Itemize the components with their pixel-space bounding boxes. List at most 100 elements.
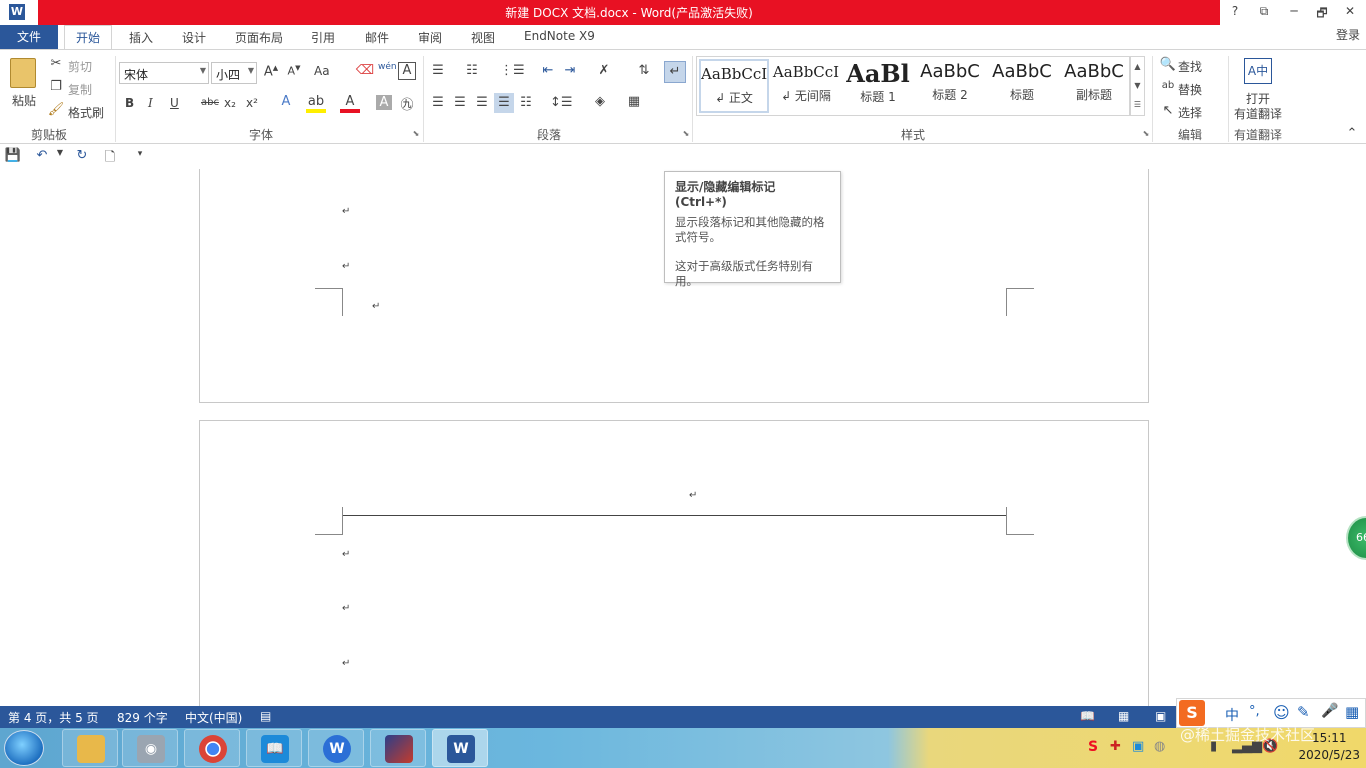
justify-icon[interactable]: ☰ [494, 93, 514, 113]
italic-button[interactable]: I [148, 96, 153, 110]
character-border-icon[interactable]: A [398, 62, 416, 80]
language-indicator[interactable]: 中文(中国) [185, 709, 242, 726]
macro-record-icon[interactable]: ▤ [260, 709, 271, 723]
minimize-button[interactable]: ─ [1281, 4, 1307, 18]
increase-indent-icon[interactable]: ⇥ [560, 63, 580, 78]
ime-punctuation[interactable]: °, [1249, 704, 1260, 719]
handwriting-icon[interactable]: ✎ [1297, 703, 1310, 721]
word-app-icon[interactable]: W [8, 3, 26, 21]
start-button[interactable] [4, 730, 44, 766]
sogou-logo[interactable]: S [1179, 700, 1205, 726]
sort-icon[interactable]: ⇅ [634, 63, 654, 78]
cut-button[interactable]: 剪切 [68, 58, 92, 75]
page-count[interactable]: 第 4 页，共 5 页 [8, 709, 99, 726]
format-painter-button[interactable]: 格式刷 [68, 104, 104, 121]
close-button[interactable]: ✕ [1337, 4, 1363, 18]
line-spacing-icon[interactable]: ↕☰ [550, 95, 573, 110]
clear-formatting-icon[interactable]: ⌫ [355, 63, 375, 78]
subscript-button[interactable]: x₂ [224, 96, 236, 110]
distributed-icon[interactable]: ☷ [516, 95, 536, 110]
dialog-launcher-icon[interactable]: ⬊ [1136, 129, 1156, 138]
shading-icon[interactable]: ◈ [590, 94, 610, 109]
tab-insert[interactable]: 插入 [129, 29, 153, 46]
tray-book-icon[interactable]: ▣ [1132, 739, 1144, 754]
tab-endnote[interactable]: EndNote X9 [524, 29, 595, 43]
tab-file[interactable]: 文件 [0, 25, 58, 50]
chevron-up-icon[interactable]: ▲ [1131, 57, 1144, 76]
translate-icon[interactable]: A中 [1244, 58, 1272, 84]
show-hide-marks-icon[interactable]: ↵ [664, 61, 686, 83]
redo-icon[interactable]: ↻ [72, 148, 92, 163]
toolbox-icon[interactable]: ▦ [1345, 703, 1359, 721]
numbering-icon[interactable]: ☷ [462, 63, 482, 78]
bold-button[interactable]: B [125, 96, 134, 110]
bullets-icon[interactable]: ☰ [428, 63, 448, 78]
undo-icon[interactable]: ↶ [32, 148, 52, 163]
phonetic-guide-button[interactable]: wén [378, 62, 397, 72]
style-title[interactable]: AaBbC 标题 [987, 59, 1057, 113]
paste-button[interactable]: 粘贴 [12, 92, 36, 109]
taskbar-wps[interactable]: W [308, 729, 364, 767]
page-4[interactable]: ↵ ↵ ↵ ↵ [199, 420, 1149, 706]
decrease-indent-icon[interactable]: ⇤ [538, 63, 558, 78]
youdao-translate-button[interactable]: 有道翻译 [1234, 105, 1282, 122]
chevron-down-icon[interactable]: ▼ [50, 148, 70, 157]
print-layout-icon[interactable]: ▦ [1118, 709, 1129, 723]
tray-gift-icon[interactable]: ✚ [1110, 739, 1121, 754]
underline-button[interactable]: U [170, 96, 179, 110]
tab-layout[interactable]: 页面布局 [235, 29, 283, 46]
collapse-ribbon-icon[interactable]: ⌃ [1342, 126, 1362, 141]
ribbon-display-options-button[interactable]: ⧉ [1251, 4, 1277, 19]
style-heading-1[interactable]: AaBl 标题 1 [843, 59, 913, 113]
font-color-icon[interactable]: A [340, 94, 360, 113]
shrink-font-icon[interactable]: A▼ [284, 64, 304, 78]
tray-app-icon[interactable]: ◍ [1154, 739, 1165, 754]
save-icon[interactable]: 💾 [3, 148, 23, 163]
ime-chinese-mode[interactable]: 中 [1225, 705, 1239, 725]
align-center-icon[interactable]: ☰ [450, 95, 470, 110]
taskbar-explorer[interactable] [62, 729, 118, 767]
taskbar-media[interactable] [370, 729, 426, 767]
enclose-characters-icon[interactable]: ㊈ [397, 94, 417, 113]
tab-review[interactable]: 审阅 [418, 29, 442, 46]
sogou-tray-icon[interactable]: S [1088, 739, 1098, 755]
style-no-spacing[interactable]: AaBbCcI ↲ 无间隔 [771, 59, 841, 113]
word-count[interactable]: 829 个字 [117, 709, 168, 726]
font-name-combo[interactable]: 宋体 ▼ [119, 62, 209, 84]
text-effects-icon[interactable]: A [276, 94, 296, 109]
multilevel-list-icon[interactable]: ⋮☰ [500, 63, 525, 78]
style-subtitle[interactable]: AaBbC 副标题 [1059, 59, 1129, 113]
tab-references[interactable]: 引用 [311, 29, 335, 46]
superscript-button[interactable]: x² [246, 96, 258, 110]
style-heading-2[interactable]: AaBbC 标题 2 [915, 59, 985, 113]
dialog-launcher-icon[interactable]: ⬊ [676, 129, 696, 138]
tab-design[interactable]: 设计 [182, 29, 206, 46]
style-normal[interactable]: AaBbCcI ↲ 正文 [699, 59, 769, 113]
microphone-icon[interactable]: 🎤 [1321, 703, 1338, 719]
strikethrough-button[interactable]: abc [201, 97, 219, 108]
customize-qat-icon[interactable]: ▾ [130, 149, 150, 159]
new-document-icon[interactable]: 🗋 [100, 148, 120, 170]
replace-button[interactable]: 替换 [1178, 81, 1202, 98]
grow-font-icon[interactable]: A▲ [261, 64, 281, 79]
login-link[interactable]: 登录 [1336, 26, 1360, 43]
more-icon[interactable]: ☰ [1131, 95, 1144, 114]
restore-button[interactable]: 🗗 [1309, 4, 1335, 25]
help-button[interactable]: ? [1222, 4, 1248, 18]
font-size-combo[interactable]: 小四 ▼ [211, 62, 257, 84]
emoji-icon[interactable]: ☺ [1273, 703, 1290, 722]
borders-icon[interactable]: ▦ [624, 94, 644, 109]
find-button[interactable]: 查找 [1178, 58, 1202, 75]
taskbar-word[interactable]: W [432, 729, 488, 767]
align-right-icon[interactable]: ☰ [472, 95, 492, 110]
taskbar-reader[interactable]: 📖 [246, 729, 302, 767]
select-button[interactable]: 选择 [1178, 104, 1202, 121]
tab-home[interactable]: 开始 [64, 25, 112, 51]
gallery-scroll[interactable]: ▲ ▼ ☰ [1130, 56, 1145, 116]
taskbar-chrome[interactable] [184, 729, 240, 767]
highlight-icon[interactable]: ab [306, 94, 326, 113]
chevron-down-icon[interactable]: ▼ [1131, 76, 1144, 95]
copy-button[interactable]: 复制 [68, 81, 92, 98]
taskbar-camera[interactable]: ◉ [122, 729, 178, 767]
align-left-icon[interactable]: ☰ [428, 95, 448, 110]
